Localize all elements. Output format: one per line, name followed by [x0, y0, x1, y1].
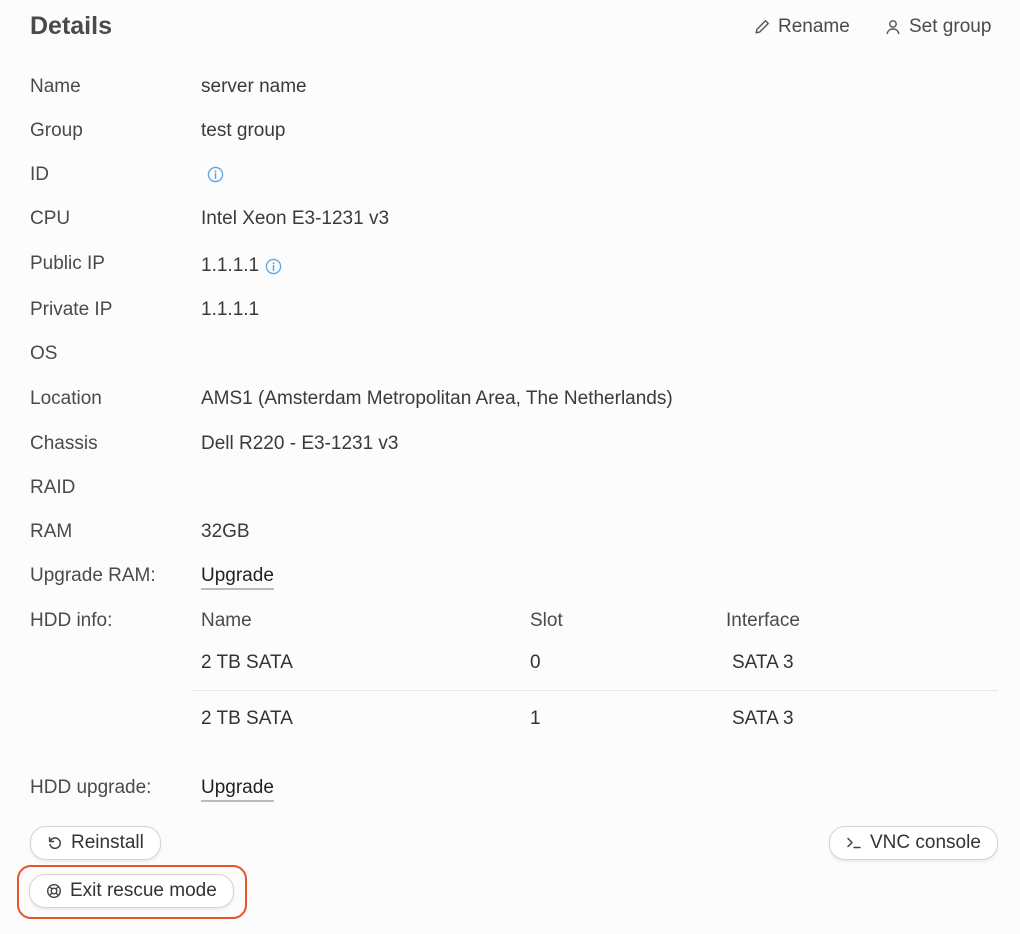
rotate-ccw-icon	[48, 836, 61, 850]
group-value: test group	[201, 120, 286, 141]
table-cell: SATA 3	[732, 708, 794, 729]
raid-label: RAID	[30, 477, 76, 498]
lifebuoy-icon	[46, 883, 62, 899]
column-header-slot: Slot	[530, 610, 563, 631]
location-value: AMS1 (Amsterdam Metropolitan Area, The N…	[201, 388, 673, 409]
table-cell: SATA 3	[732, 652, 794, 673]
chassis-value: Dell R220 - E3-1231 v3	[201, 433, 399, 454]
public-ip-value: 1.1.1.1	[201, 254, 282, 278]
hdd-upgrade-link[interactable]: Upgrade	[201, 776, 274, 802]
vnc-console-button[interactable]: VNC console	[829, 826, 998, 860]
hdd-info-label: HDD info:	[30, 610, 113, 631]
name-value: server name	[201, 76, 307, 97]
id-value	[207, 166, 224, 183]
id-label: ID	[30, 164, 49, 185]
rename-button[interactable]: Rename	[754, 16, 850, 38]
terminal-icon	[847, 837, 861, 849]
public-ip-label: Public IP	[30, 253, 105, 274]
location-label: Location	[30, 388, 102, 409]
info-icon[interactable]	[265, 258, 282, 275]
chassis-label: Chassis	[30, 433, 98, 454]
cpu-value: Intel Xeon E3-1231 v3	[201, 208, 390, 229]
pencil-icon	[755, 20, 769, 34]
column-header-interface: Interface	[726, 610, 800, 631]
vnc-console-label: VNC console	[870, 832, 981, 853]
page-title: Details	[30, 12, 112, 40]
name-label: Name	[30, 76, 81, 97]
table-cell: 0	[530, 652, 541, 673]
table-cell: 2 TB SATA	[201, 652, 293, 673]
ram-value: 32GB	[201, 521, 250, 542]
rename-label: Rename	[778, 16, 850, 37]
upgrade-ram-link[interactable]: Upgrade	[201, 564, 274, 590]
info-icon[interactable]	[207, 166, 224, 183]
table-cell: 1	[530, 708, 541, 729]
reinstall-label: Reinstall	[71, 832, 144, 853]
os-label: OS	[30, 343, 58, 364]
ram-label: RAM	[30, 521, 73, 542]
reinstall-button[interactable]: Reinstall	[30, 826, 161, 860]
exit-rescue-mode-label: Exit rescue mode	[70, 880, 217, 901]
exit-rescue-mode-button[interactable]: Exit rescue mode	[29, 874, 234, 908]
table-cell: 2 TB SATA	[201, 708, 293, 729]
private-ip-value: 1.1.1.1	[201, 299, 260, 320]
group-label: Group	[30, 120, 83, 141]
column-header-name: Name	[201, 610, 252, 631]
set-group-label: Set group	[909, 16, 992, 37]
private-ip-label: Private IP	[30, 299, 113, 320]
upgrade-ram-label: Upgrade RAM:	[30, 565, 156, 586]
cpu-label: CPU	[30, 208, 71, 229]
set-group-button[interactable]: Set group	[885, 16, 991, 38]
row-divider	[193, 690, 998, 691]
user-icon	[886, 20, 900, 35]
hdd-upgrade-label: HDD upgrade:	[30, 777, 152, 798]
